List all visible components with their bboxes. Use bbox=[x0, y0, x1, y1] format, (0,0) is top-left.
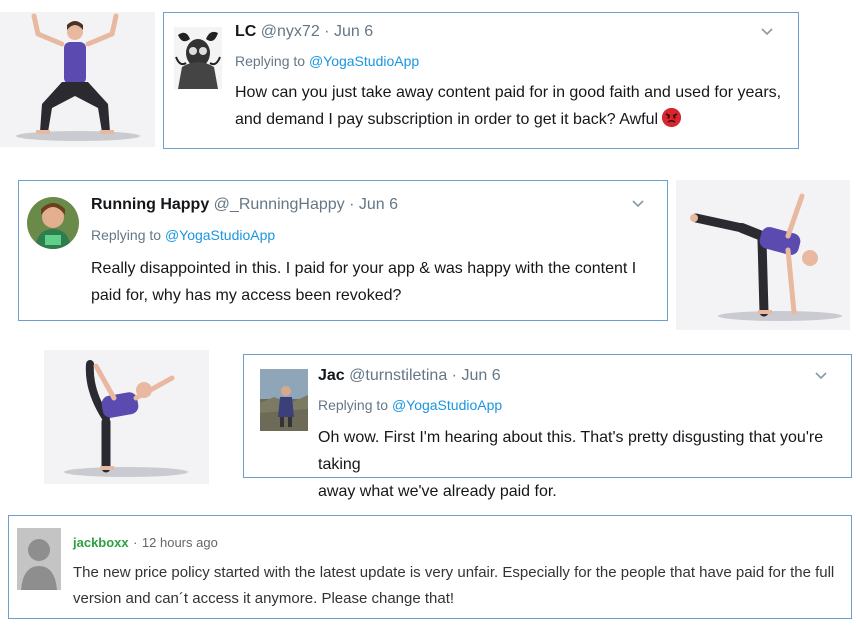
angry-face-emoji-icon bbox=[662, 108, 682, 127]
tweet-date[interactable]: Jun 6 bbox=[461, 367, 500, 384]
tweet-date[interactable]: Jun 6 bbox=[359, 196, 398, 213]
tweet-date[interactable]: Jun 6 bbox=[334, 23, 373, 40]
avatar[interactable] bbox=[260, 369, 308, 431]
review-header: jackboxx · 12 hours ago bbox=[73, 534, 218, 552]
replying-to: Replying to @YogaStudioApp bbox=[91, 227, 275, 243]
tweet-text-line: away what we've already paid for. bbox=[318, 483, 557, 500]
tweet-header: LC @nyx72 · Jun 6 bbox=[235, 23, 373, 41]
user-handle[interactable]: @_RunningHappy bbox=[214, 196, 345, 213]
tweet-text-line: and demand I pay subscription in order t… bbox=[235, 106, 781, 133]
replying-prefix: Replying to bbox=[91, 227, 162, 243]
tweet-header: Jac @turnstiletina · Jun 6 bbox=[318, 367, 501, 385]
review-text-line: version and can´t access it anymore. Ple… bbox=[73, 590, 455, 607]
tweet-header: Running Happy @_RunningHappy · Jun 6 bbox=[91, 196, 398, 214]
replying-handle-link[interactable]: @YogaStudioApp bbox=[165, 227, 275, 243]
review-text-line: The new price policy started with the la… bbox=[73, 564, 835, 581]
replying-handle-link[interactable]: @YogaStudioApp bbox=[309, 53, 419, 69]
display-name[interactable]: Running Happy bbox=[91, 196, 209, 213]
separator-dot: · bbox=[451, 367, 457, 384]
chevron-down-icon[interactable] bbox=[631, 197, 645, 211]
avatar[interactable] bbox=[27, 197, 79, 249]
tweet-text-line: Really disappointed in this. I paid for … bbox=[91, 260, 637, 277]
tweet-text: Really disappointed in this. I paid for … bbox=[91, 255, 636, 309]
tweet-text-line: paid for, why has my access been revoked… bbox=[91, 287, 402, 304]
replying-prefix: Replying to bbox=[235, 53, 306, 69]
tweet-card: LC @nyx72 · Jun 6 Replying to @YogaStudi… bbox=[163, 12, 799, 149]
review-card: jackboxx · 12 hours ago The new price po… bbox=[8, 515, 852, 619]
display-name[interactable]: LC bbox=[235, 23, 256, 40]
replying-handle-link[interactable]: @YogaStudioApp bbox=[392, 397, 502, 413]
tweet-card: Jac @turnstiletina · Jun 6 Replying to @… bbox=[243, 354, 852, 500]
tweet-text-line: How can you just take away content paid … bbox=[235, 84, 782, 101]
display-name[interactable]: Jac bbox=[318, 367, 345, 384]
tweet-text-line: Oh wow. First I'm hearing about this. Th… bbox=[318, 429, 824, 473]
replying-to: Replying to @YogaStudioApp bbox=[318, 397, 502, 413]
yoga-photo-half-moon-pose bbox=[676, 180, 850, 330]
tweet-text: Oh wow. First I'm hearing about this. Th… bbox=[318, 424, 851, 505]
yoga-photo-dancer-pose bbox=[44, 350, 209, 484]
replying-to: Replying to @YogaStudioApp bbox=[235, 53, 419, 69]
user-handle[interactable]: @turnstiletina bbox=[349, 367, 447, 384]
review-text: The new price policy started with the la… bbox=[73, 560, 834, 612]
yoga-photo-goddess-pose bbox=[0, 12, 155, 147]
reviewer-username[interactable]: jackboxx bbox=[73, 535, 129, 550]
replying-prefix: Replying to bbox=[318, 397, 389, 413]
review-time: 12 hours ago bbox=[141, 535, 218, 550]
tweet-card: Running Happy @_RunningHappy · Jun 6 Rep… bbox=[18, 180, 668, 321]
default-avatar[interactable] bbox=[17, 528, 61, 590]
tweet-text: How can you just take away content paid … bbox=[235, 79, 781, 133]
separator-dot: · bbox=[349, 196, 355, 213]
chevron-down-icon[interactable] bbox=[760, 25, 774, 39]
user-handle[interactable]: @nyx72 bbox=[261, 23, 320, 40]
separator-dot: · bbox=[324, 23, 330, 40]
chevron-down-icon[interactable] bbox=[814, 369, 828, 383]
separator-dot: · bbox=[133, 535, 138, 550]
avatar[interactable] bbox=[174, 27, 222, 89]
